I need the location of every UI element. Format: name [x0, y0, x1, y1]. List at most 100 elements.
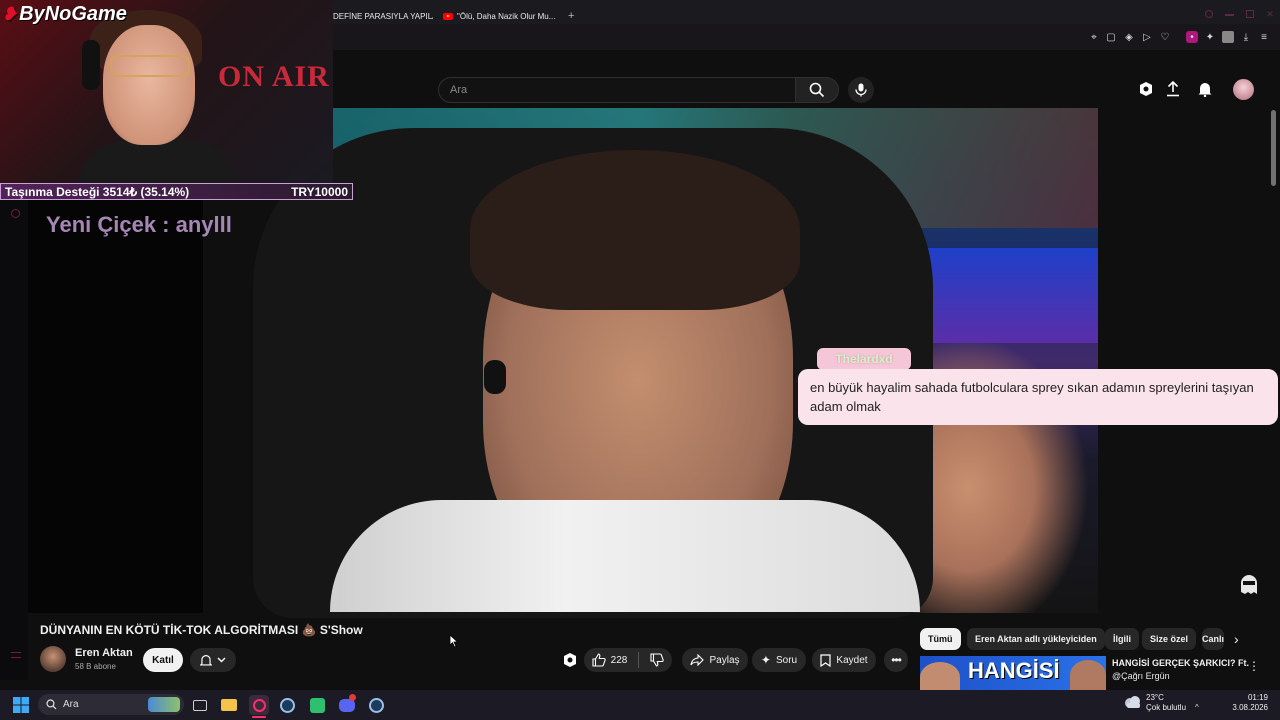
recommended-video-title[interactable]: HANGİSİ GERÇEK ŞARKICI? Ft.	[1112, 658, 1252, 668]
new-tab-button[interactable]: +	[568, 8, 578, 24]
extension-icon[interactable]: •	[1186, 31, 1198, 43]
search-icon	[809, 82, 825, 98]
chat-username: Thelardxd	[817, 348, 911, 370]
profile-icon[interactable]	[1222, 31, 1234, 43]
donation-goal-text: Taşınma Desteği 3514₺ (35.14%)	[5, 185, 190, 199]
share-button[interactable]: Paylaş	[682, 648, 748, 672]
search-input[interactable]: Ara	[438, 77, 796, 103]
system-clock[interactable]: 01:19 3.08.2026	[1218, 693, 1268, 713]
recommended-video-thumbnail[interactable]: HANGİSİ	[920, 656, 1106, 690]
chip-for-you[interactable]: Size özel	[1142, 628, 1197, 650]
search-button[interactable]	[795, 77, 839, 103]
thumbnail-face	[920, 662, 960, 690]
more-vertical-icon[interactable]: ⋮	[1248, 659, 1260, 673]
scrollbar[interactable]	[1271, 110, 1276, 186]
puzzle-icon[interactable]: ✦	[1204, 31, 1216, 43]
menu-icon[interactable]: ≡	[1258, 31, 1270, 43]
video-title: DÜNYANIN EN KÖTÜ TİK-TOK ALGORİTMASI 💩 S…	[40, 623, 363, 637]
screenshot-icon[interactable]: ▢	[1105, 31, 1117, 43]
microphone-icon	[855, 83, 867, 97]
streamer-hair	[470, 150, 800, 310]
taskbar-search-label: Ara	[63, 699, 79, 710]
task-view-icon[interactable]	[190, 695, 210, 715]
pin-icon[interactable]: ⌖	[1088, 31, 1100, 43]
glasses	[110, 55, 190, 77]
logo-mark-icon: ❥	[2, 4, 18, 24]
webcam-face	[103, 25, 195, 145]
logo: ❥ ByNoGame	[2, 3, 127, 26]
new-follower-alert: Yeni Çiçek : anylll	[46, 212, 232, 237]
ask-label: Soru	[775, 654, 798, 666]
like-dislike-group: 228	[584, 648, 672, 672]
notifications-icon[interactable]	[1196, 80, 1214, 98]
close-icon[interactable]: ✕	[1266, 10, 1275, 19]
youtube-favicon-icon	[443, 12, 453, 20]
mouse-cursor-icon	[449, 634, 459, 648]
maximize-icon[interactable]	[1245, 10, 1255, 18]
sparkle-icon: ✦	[760, 653, 771, 667]
on-air-sign: ON AIR	[218, 60, 330, 93]
streamer-shirt	[330, 500, 920, 612]
download-icon[interactable]: ⤓	[1240, 31, 1252, 43]
browser-tab[interactable]: DEFİNE PARASIYLA YAPILAN...	[333, 8, 433, 24]
more-horizontal-icon: •••	[891, 653, 902, 667]
search-tabs-icon[interactable]	[1205, 10, 1213, 18]
voice-search-button[interactable]	[848, 77, 874, 103]
join-button[interactable]: Katıl	[143, 648, 183, 672]
clock-time: 01:19	[1247, 693, 1268, 702]
channel-avatar[interactable]	[40, 646, 66, 672]
ask-button[interactable]: ✦ Soru	[752, 648, 806, 672]
logo-text: ByNoGame	[19, 3, 127, 25]
file-explorer-icon[interactable]	[219, 695, 239, 715]
steam-icon[interactable]	[277, 695, 297, 715]
save-button[interactable]: Kaydet	[812, 648, 876, 672]
taskbar-search[interactable]: Ara	[38, 694, 184, 715]
like-button[interactable]: 228	[592, 653, 628, 667]
play-icon[interactable]: ▷	[1141, 31, 1153, 43]
share-label: Paylaş	[709, 654, 740, 666]
chip-live[interactable]: Canlı	[1202, 628, 1224, 650]
bell-icon	[200, 654, 212, 666]
chevron-down-icon	[217, 657, 226, 663]
chip-from-uploader[interactable]: Eren Aktan adlı yükleyiciden	[967, 628, 1105, 650]
record-icon	[11, 209, 20, 218]
clip-icon[interactable]	[562, 652, 578, 668]
windows-start-icon[interactable]	[13, 697, 29, 713]
channel-subscribers: 58 B abone	[75, 662, 116, 671]
cloud-icon	[1124, 695, 1142, 709]
upload-icon[interactable]	[1164, 80, 1182, 98]
headset	[82, 40, 100, 90]
chip-related[interactable]: İlgili	[1105, 628, 1139, 650]
earbud	[484, 360, 506, 394]
minimize-icon[interactable]	[1224, 14, 1234, 16]
chat-message: en büyük hayalim sahada futbolculara spr…	[798, 369, 1278, 425]
more-actions-button[interactable]: •••	[884, 648, 908, 672]
recommended-video-channel[interactable]: @Çağrı Ergün	[1112, 671, 1170, 681]
thumbnail-face	[1070, 660, 1106, 690]
thumbs-down-icon[interactable]	[650, 653, 665, 667]
subscribed-button[interactable]	[190, 648, 236, 672]
share-icon	[690, 654, 705, 666]
side-panel	[0, 200, 28, 680]
ghost-emote-icon	[1240, 573, 1258, 595]
app-green-icon[interactable]	[307, 695, 327, 715]
thumbs-up-icon	[592, 653, 606, 667]
active-app-indicator	[252, 716, 266, 718]
opera-gx-icon[interactable]	[249, 695, 269, 715]
chevron-up-icon[interactable]: ^	[1195, 703, 1199, 712]
clip-create-icon[interactable]	[1137, 80, 1155, 98]
channel-name[interactable]: Eren Aktan	[75, 647, 133, 659]
chevron-right-icon[interactable]: ›	[1234, 631, 1239, 647]
clock-date: 3.08.2026	[1232, 703, 1268, 712]
bookmark-icon	[820, 653, 832, 667]
weather-desc: Çok bulutlu	[1146, 703, 1187, 712]
steam-icon[interactable]	[366, 695, 386, 715]
thumbnail-text: HANGİSİ	[968, 658, 1060, 683]
heart-icon[interactable]: ♡	[1159, 31, 1171, 43]
weather-widget[interactable]: 23°C Çok bulutlu	[1146, 693, 1186, 713]
like-count: 228	[610, 654, 628, 666]
vpn-icon[interactable]: ◈	[1123, 31, 1135, 43]
browser-tab-active[interactable]: "Ölü, Daha Nazik Olur Mu...	[443, 8, 561, 24]
chip-all[interactable]: Tümü	[920, 628, 961, 650]
avatar[interactable]	[1233, 79, 1254, 100]
